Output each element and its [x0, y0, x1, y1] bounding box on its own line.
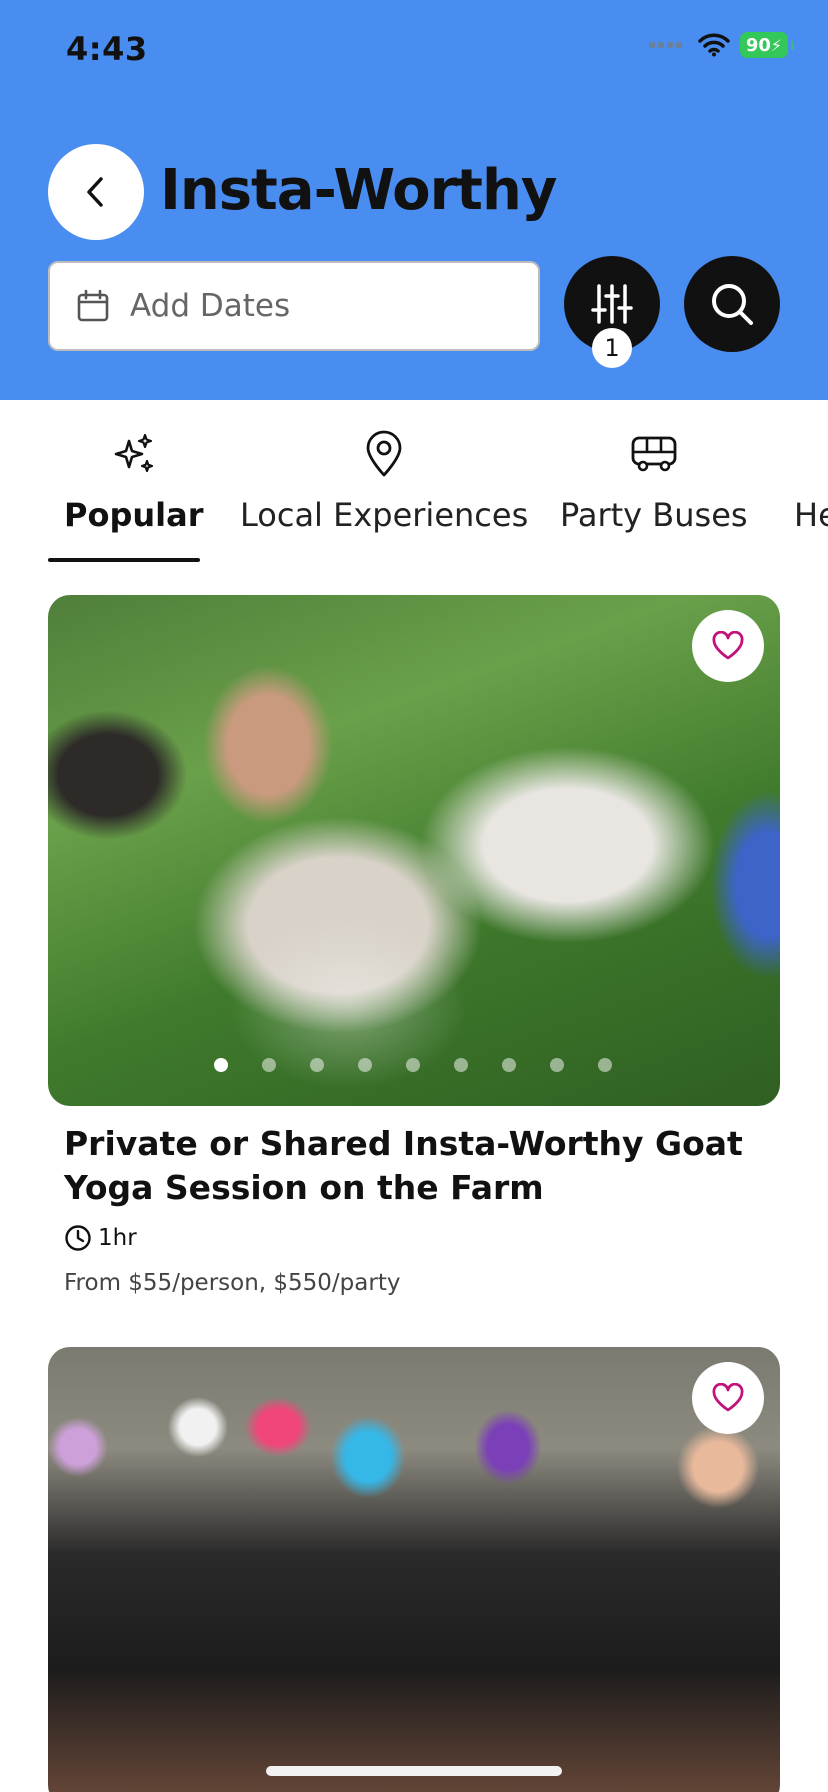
carousel-dot[interactable] [262, 1058, 276, 1072]
carousel-dot[interactable] [598, 1058, 612, 1072]
tab-label: He [794, 496, 828, 534]
cellular-signal-icon [649, 42, 682, 48]
tab-label: Party Buses [560, 496, 748, 534]
category-tabs: Popular Local Experiences Party Buses He [0, 400, 828, 562]
tab-party-buses[interactable]: Party Buses [560, 430, 748, 534]
add-dates-placeholder: Add Dates [130, 288, 291, 324]
carousel-dot[interactable] [310, 1058, 324, 1072]
sliders-icon [591, 284, 633, 324]
search-button[interactable] [684, 256, 780, 352]
clock-icon [65, 1225, 91, 1251]
map-pin-icon [366, 430, 402, 477]
battery-level: 90 [745, 34, 771, 56]
carousel-dot[interactable] [214, 1058, 228, 1072]
sparkles-icon [114, 433, 153, 473]
tab-popular[interactable]: Popular [64, 430, 203, 534]
carousel-dot[interactable] [406, 1058, 420, 1072]
status-icons: 90 ⚡ [649, 32, 794, 58]
listing-photo[interactable] [48, 1347, 780, 1792]
back-button[interactable] [48, 144, 144, 240]
heart-icon [712, 631, 744, 660]
tab-local-experiences[interactable]: Local Experiences [240, 430, 528, 534]
tab-label: Popular [64, 496, 204, 534]
filter-count-badge: 1 [592, 328, 632, 368]
battery-indicator: 90 ⚡ [740, 32, 794, 58]
favorite-button[interactable] [692, 1362, 764, 1434]
page-title: Insta-Worthy [160, 158, 557, 223]
header: 4:43 90 ⚡ Insta-Worthy Add Dates 1 [0, 0, 828, 400]
calendar-icon [77, 289, 109, 322]
carousel-dot[interactable] [550, 1058, 564, 1072]
bus-icon [631, 436, 677, 472]
favorite-button[interactable] [692, 610, 764, 682]
duration-text: 1hr [98, 1225, 137, 1251]
tab-more[interactable]: He [794, 430, 828, 534]
search-icon [712, 284, 753, 325]
carousel-dot[interactable] [358, 1058, 372, 1072]
carousel-dot[interactable] [502, 1058, 516, 1072]
listing-photo[interactable] [48, 595, 780, 1106]
heart-icon [712, 1383, 744, 1412]
status-time: 4:43 [66, 30, 148, 68]
listing-title[interactable]: Private or Shared Insta-Worthy Goat Yoga… [64, 1122, 784, 1210]
active-tab-indicator [48, 558, 200, 562]
photo-carousel-dots [214, 1058, 646, 1072]
home-indicator [266, 1766, 562, 1776]
listing-price: From $55/person, $550/party [64, 1270, 401, 1296]
wifi-icon [698, 33, 730, 57]
add-dates-field[interactable]: Add Dates [48, 261, 540, 351]
chevron-left-icon [87, 177, 103, 207]
listing-duration: 1hr [64, 1224, 137, 1252]
carousel-dot[interactable] [454, 1058, 468, 1072]
tab-label: Local Experiences [240, 496, 529, 534]
